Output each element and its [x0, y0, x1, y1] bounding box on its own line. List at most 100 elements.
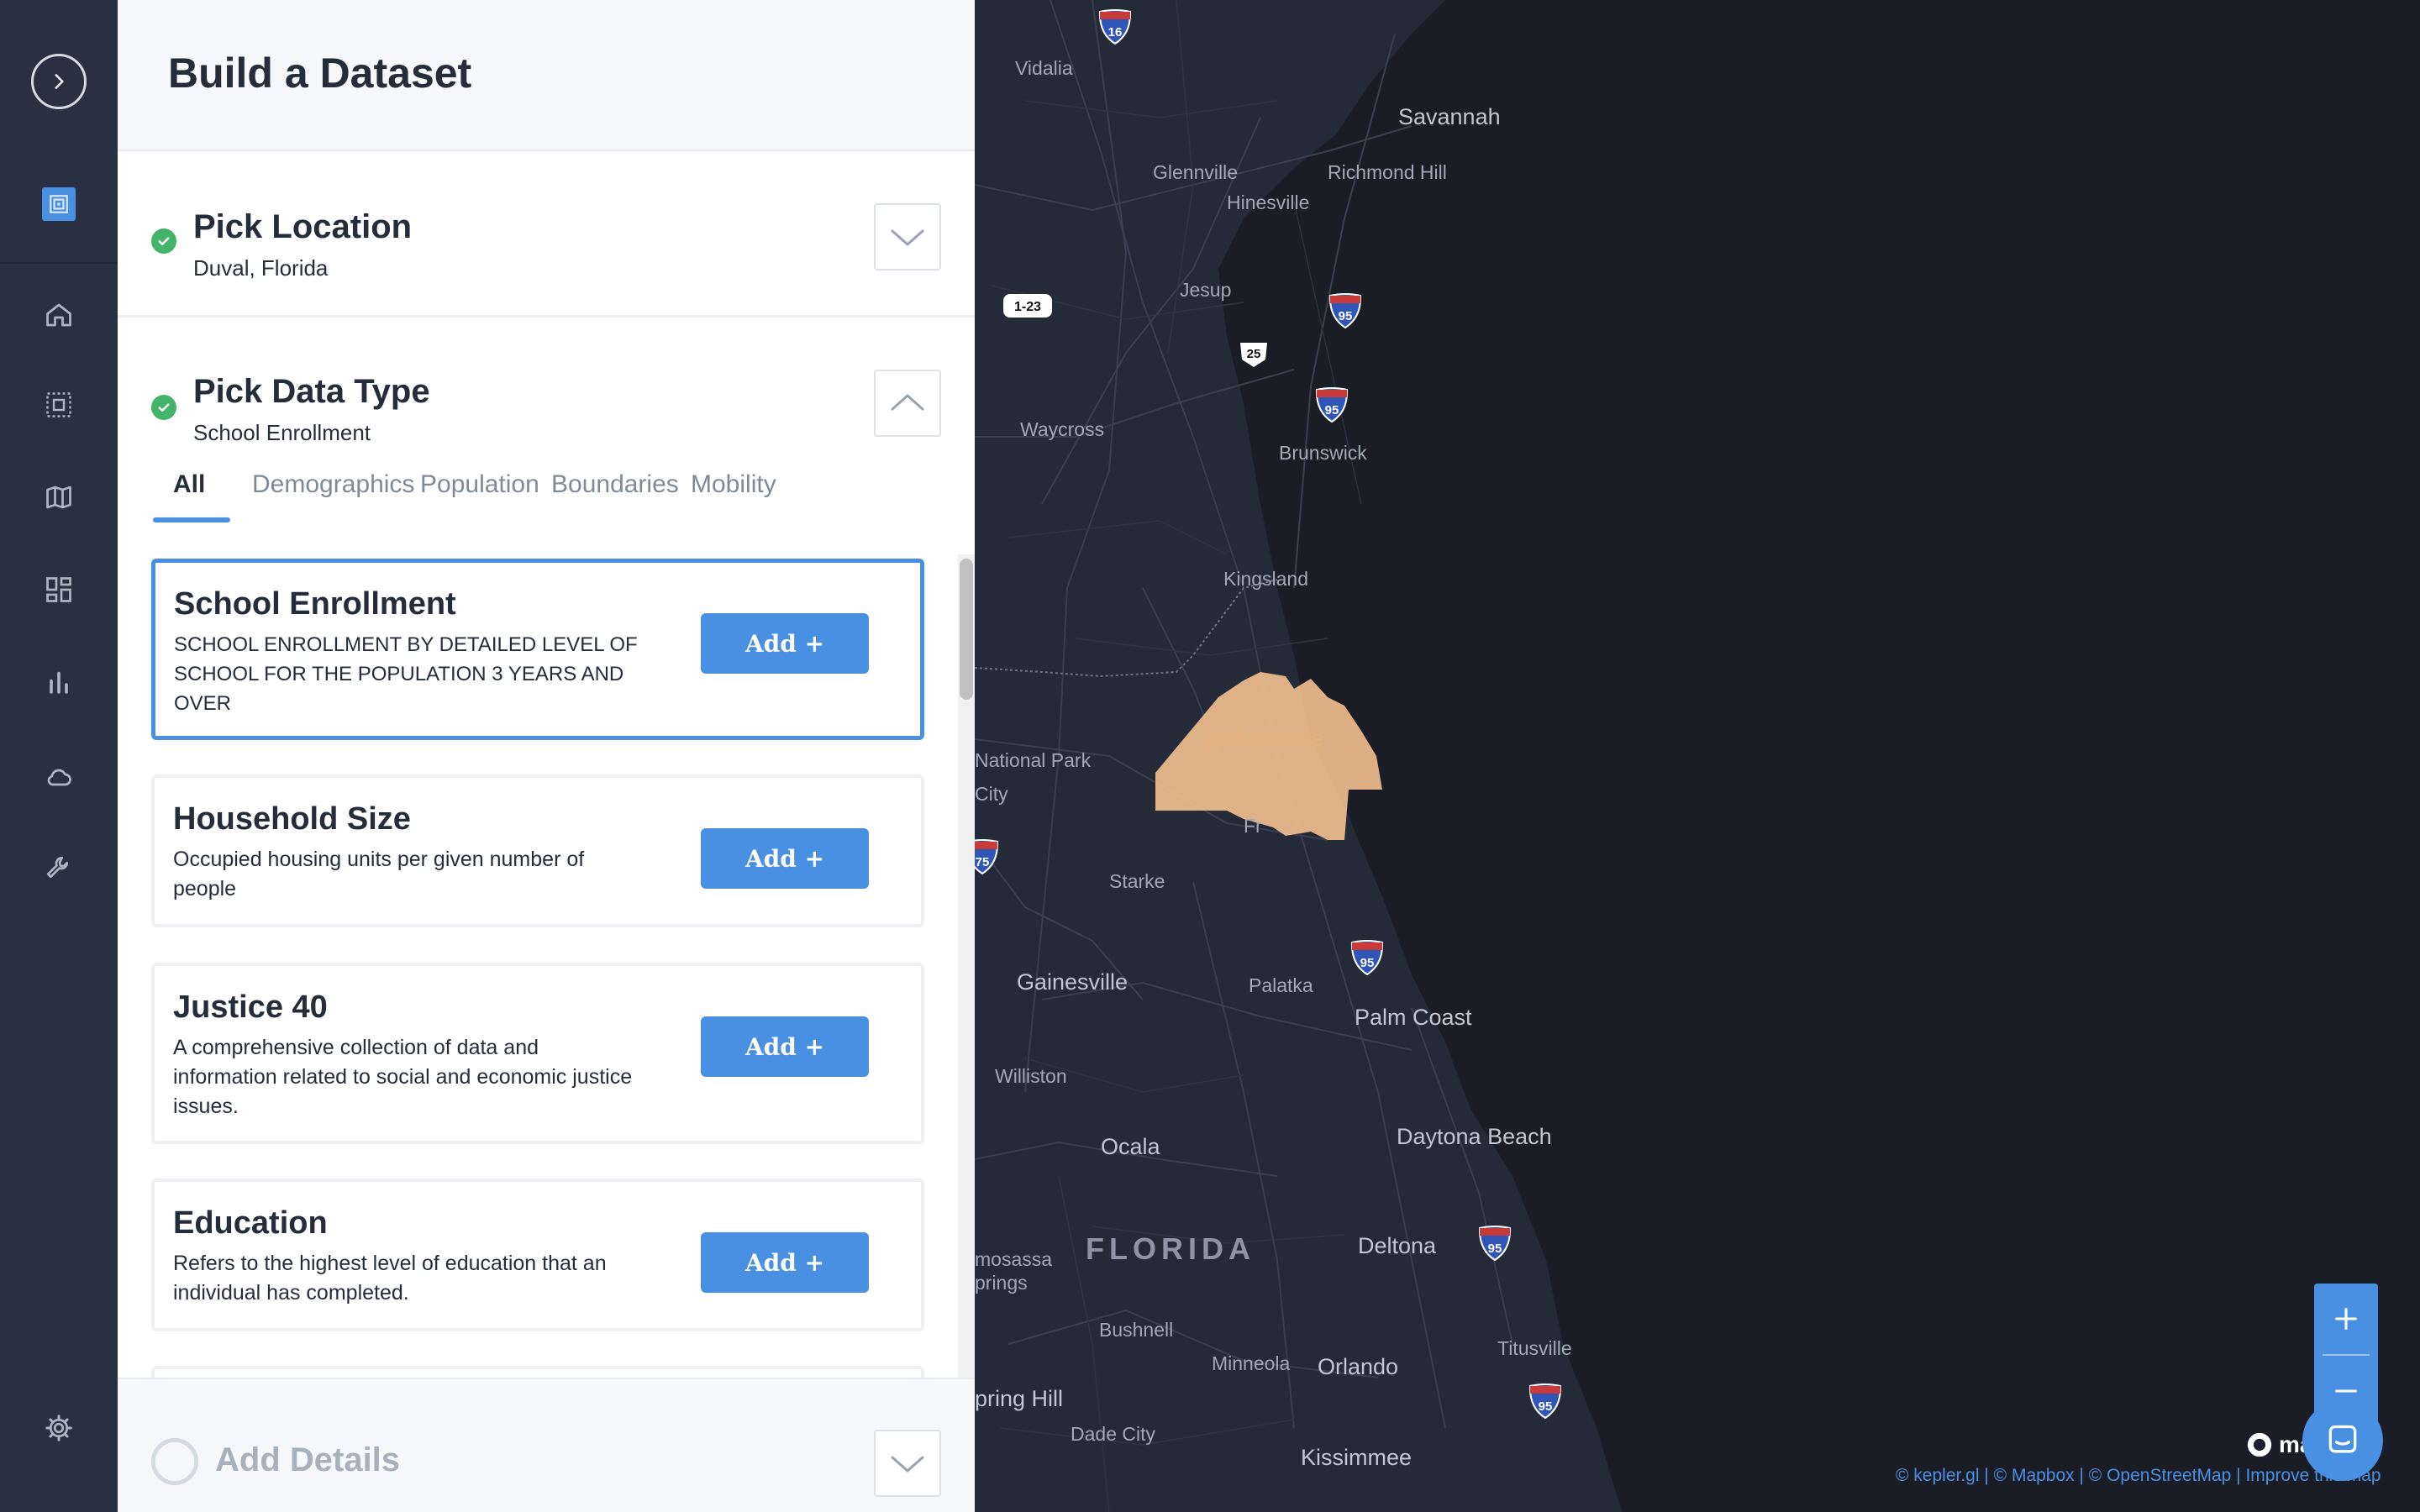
- cloud-icon: [47, 769, 71, 786]
- section-value: School Enrollment: [193, 420, 371, 445]
- tab-demographics[interactable]: Demographics: [252, 470, 414, 499]
- map-city-label: Gainesville: [1017, 969, 1128, 995]
- tab-boundaries[interactable]: Boundaries: [551, 470, 679, 499]
- svg-text:1-23: 1-23: [1014, 300, 1041, 314]
- map-city-label: Kingsland: [1223, 568, 1309, 590]
- map-city-label: Fr: [1244, 815, 1262, 837]
- card-description: Refers to the highest level of education…: [173, 1252, 607, 1305]
- map-city-label: Kissimmee: [1301, 1445, 1413, 1470]
- svg-text:95: 95: [1339, 309, 1353, 323]
- active-tab-indicator: [153, 517, 230, 522]
- nav-dashboards[interactable]: [34, 564, 84, 615]
- map-city-label: Ocala: [1101, 1134, 1160, 1159]
- dashboard-icon: [46, 577, 71, 602]
- panel-title: Build a Dataset: [168, 50, 472, 97]
- check-circle-icon: [151, 228, 176, 254]
- panel-header: Build a Dataset: [118, 0, 975, 151]
- card-title: School Enrollment: [174, 586, 456, 622]
- nav-settings[interactable]: [34, 1403, 84, 1453]
- map-canvas[interactable]: Vidalia Savannah Glennville Richmond Hil…: [975, 0, 2420, 1512]
- map-city-label: Glennville: [1153, 161, 1238, 183]
- zoom-in-button[interactable]: [2314, 1284, 2378, 1354]
- card-list-scrollbar-thumb[interactable]: [960, 559, 973, 700]
- wrench-icon: [46, 856, 69, 879]
- tab-all[interactable]: All: [173, 470, 205, 499]
- svg-text:25: 25: [1247, 347, 1261, 361]
- expand-panel-button[interactable]: [31, 54, 87, 109]
- chevron-right-icon: [55, 74, 64, 89]
- card-partial[interactable]: [151, 1366, 924, 1378]
- section-title: Pick Data Type: [193, 373, 430, 410]
- nav-maps[interactable]: [34, 472, 84, 522]
- map-city-label: pring Hill: [975, 1386, 1064, 1411]
- map-base-layer: [975, 0, 2420, 1512]
- card-justice-40[interactable]: Justice 40 A comprehensive collection of…: [151, 963, 924, 1144]
- frame-select-icon: [46, 392, 71, 417]
- interstate-shield-icon: 95: [1478, 1226, 1512, 1262]
- card-household-size[interactable]: Household Size Occupied housing units pe…: [151, 774, 924, 927]
- map-city-label: Hinesville: [1227, 192, 1310, 213]
- nav-datasets[interactable]: [34, 380, 84, 430]
- card-description: Occupied housing units per given number …: [173, 848, 585, 900]
- add-justice-40-button[interactable]: Add +: [701, 1016, 869, 1077]
- expand-location-button[interactable]: [874, 203, 941, 270]
- card-title: Education: [173, 1205, 328, 1241]
- add-school-enrollment-button[interactable]: Add +: [701, 613, 869, 674]
- add-details-section[interactable]: Add Details: [118, 1378, 975, 1512]
- map-city-label: Daytona Beach: [1397, 1124, 1552, 1149]
- side-nav-rail: [0, 0, 118, 1512]
- data-type-card-list: School Enrollment SCHOOL ENROLLMENT BY D…: [151, 554, 975, 1378]
- svg-text:95: 95: [1360, 956, 1375, 970]
- card-title: Justice 40: [173, 990, 328, 1025]
- svg-text:16: 16: [1108, 25, 1123, 39]
- add-household-size-button[interactable]: Add +: [701, 828, 869, 889]
- gear-icon: [45, 1415, 72, 1441]
- map-city-label: Palatka: [1249, 974, 1313, 996]
- section-title: Add Details: [215, 1441, 401, 1478]
- card-education[interactable]: Education Refers to the highest level of…: [151, 1179, 924, 1331]
- nav-cloud[interactable]: [34, 752, 84, 802]
- nav-home[interactable]: [34, 290, 84, 340]
- map-city-label: Williston: [995, 1065, 1067, 1087]
- map-city-label: Palm Coast: [1355, 1005, 1472, 1030]
- svg-text:95: 95: [1539, 1399, 1553, 1414]
- interstate-shield-icon: 75: [975, 839, 999, 875]
- nav-tools[interactable]: [34, 843, 84, 894]
- rail-divider: [0, 262, 118, 264]
- map-highlight-label: Jacksonville: [1202, 726, 1324, 751]
- map-city-label: Brunswick: [1279, 442, 1367, 464]
- svg-text:95: 95: [1325, 403, 1339, 417]
- card-description: A comprehensive collection of data and i…: [173, 1036, 633, 1118]
- map-attribution[interactable]: © kepler.gl | © Mapbox | © OpenStreetMap…: [1896, 1466, 2381, 1486]
- plus-icon: [2335, 1308, 2357, 1330]
- tab-population[interactable]: Population: [420, 470, 539, 499]
- pick-data-type-section: Pick Data Type School Enrollment: [118, 318, 975, 469]
- pick-location-section[interactable]: Pick Location Duval, Florida: [118, 151, 975, 318]
- interstate-shield-icon: 95: [1315, 387, 1349, 423]
- expand-details-button[interactable]: [874, 1430, 941, 1497]
- map-city-label: Orlando: [1318, 1354, 1399, 1379]
- svg-text:95: 95: [1488, 1242, 1502, 1256]
- app-logo[interactable]: [34, 179, 84, 229]
- add-education-button[interactable]: Add +: [701, 1232, 869, 1293]
- interstate-shield-icon: 95: [1350, 940, 1384, 976]
- map-region-label: FLORIDA: [1086, 1231, 1255, 1266]
- nav-charts[interactable]: [34, 657, 84, 707]
- map-city-label: Savannah: [1398, 104, 1501, 129]
- chevron-down-icon: [891, 229, 924, 246]
- chevron-up-icon: [891, 394, 924, 411]
- build-dataset-panel: Build a Dataset Pick Location Duval, Flo…: [118, 0, 975, 1512]
- map-city-label: Titusville: [1497, 1337, 1572, 1359]
- map-city-label: Starke: [1109, 870, 1165, 892]
- step-incomplete-icon: [151, 1438, 198, 1485]
- collapse-data-type-button[interactable]: [874, 370, 941, 437]
- map-city-label: Minneola: [1212, 1352, 1291, 1374]
- interstate-shield-icon: 16: [1098, 9, 1132, 45]
- interstate-shield-icon: 95: [1528, 1383, 1562, 1420]
- map-city-label: Bushnell: [1099, 1319, 1174, 1341]
- tab-mobility[interactable]: Mobility: [691, 470, 776, 499]
- map-city-label: mosassa: [975, 1248, 1053, 1270]
- section-value: Duval, Florida: [193, 255, 329, 281]
- map-city-label: Jesup: [1180, 279, 1232, 301]
- card-school-enrollment[interactable]: School Enrollment SCHOOL ENROLLMENT BY D…: [151, 559, 924, 740]
